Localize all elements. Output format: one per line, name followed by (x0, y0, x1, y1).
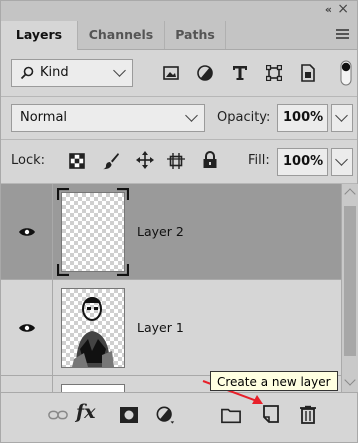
shape-filter-icon[interactable] (266, 65, 282, 81)
opacity-dropdown[interactable] (331, 104, 353, 132)
chevron-down-icon (185, 109, 198, 122)
layers-scrollbar[interactable] (341, 184, 358, 392)
type-filter-icon[interactable] (232, 65, 248, 81)
photo-thumbnail-image (72, 297, 114, 367)
smart-object-filter-icon[interactable] (300, 64, 316, 82)
tab-layers[interactable]: Layers (1, 21, 78, 50)
fill-input[interactable]: 100% (277, 148, 328, 176)
delete-layer-icon[interactable] (298, 405, 318, 425)
eye-icon[interactable] (18, 322, 36, 334)
layer-thumbnail[interactable] (61, 288, 125, 368)
add-mask-icon[interactable] (119, 405, 139, 425)
visibility-column (1, 280, 53, 375)
visibility-column (1, 184, 53, 279)
scroll-down-icon[interactable] (344, 374, 356, 386)
new-adjustment-layer-icon[interactable] (156, 405, 176, 425)
lock-row: Lock: Fill: 100% (1, 140, 357, 184)
lock-image-pixels-icon[interactable] (102, 152, 120, 170)
tab-channels[interactable]: Channels (78, 21, 165, 49)
layer-thumbnail[interactable] (61, 384, 125, 392)
visibility-column (1, 376, 53, 392)
fill-label: Fill: (248, 153, 270, 168)
link-layers-icon[interactable] (48, 405, 68, 425)
scroll-up-icon[interactable] (344, 188, 356, 200)
opacity-label: Opacity: (217, 110, 271, 125)
layer-name[interactable]: Layer 2 (137, 224, 184, 239)
eye-icon[interactable] (18, 226, 36, 238)
chevron-down-icon (335, 109, 348, 122)
layers-toolbar: fx (1, 392, 357, 437)
search-icon (20, 66, 34, 80)
fill-dropdown[interactable] (331, 148, 353, 176)
lock-label: Lock: (11, 153, 46, 168)
layer-row-layer-1[interactable]: Layer 1 (1, 280, 341, 376)
chevron-down-icon (335, 153, 348, 166)
panel-menu-icon[interactable] (336, 29, 349, 39)
filter-kind-label: Kind (40, 65, 69, 80)
panel-title-bar: « × (1, 1, 357, 21)
collapse-panel-icon[interactable]: « (325, 3, 332, 16)
lock-all-icon[interactable] (202, 151, 218, 169)
blend-mode-value: Normal (20, 110, 68, 125)
chevron-down-icon (113, 64, 126, 77)
blend-mode-select[interactable]: Normal (11, 104, 205, 132)
panel-tabs: Layers Channels Paths (1, 21, 357, 50)
selection-corners (57, 188, 129, 276)
opacity-input[interactable]: 100% (277, 104, 328, 132)
scrollbar-thumb[interactable] (344, 206, 356, 356)
lock-position-icon[interactable] (136, 151, 154, 169)
image-filter-icon[interactable] (163, 66, 179, 80)
layer-name[interactable]: Layer 1 (137, 320, 184, 335)
close-panel-icon[interactable]: × (337, 1, 349, 17)
tooltip-create-new-layer: Create a new layer (210, 371, 338, 391)
layer-style-fx-icon[interactable]: fx (76, 401, 100, 423)
layer-row-layer-2[interactable]: Layer 2 (1, 184, 341, 280)
layers-list: Layer 2 Layer 1 (1, 184, 341, 392)
lock-artboard-icon[interactable] (167, 152, 185, 170)
filter-kind-select[interactable]: Kind (11, 59, 133, 87)
layers-panel: « × Layers Channels Paths Kind Normal Op… (0, 0, 358, 443)
filter-toggle-icon[interactable] (340, 60, 352, 86)
filter-row: Kind (1, 50, 357, 97)
blend-row: Normal Opacity: 100% (1, 97, 357, 140)
tab-paths[interactable]: Paths (165, 21, 226, 49)
adjustment-filter-icon[interactable] (197, 65, 213, 81)
lock-transparent-pixels-icon[interactable] (69, 153, 85, 169)
